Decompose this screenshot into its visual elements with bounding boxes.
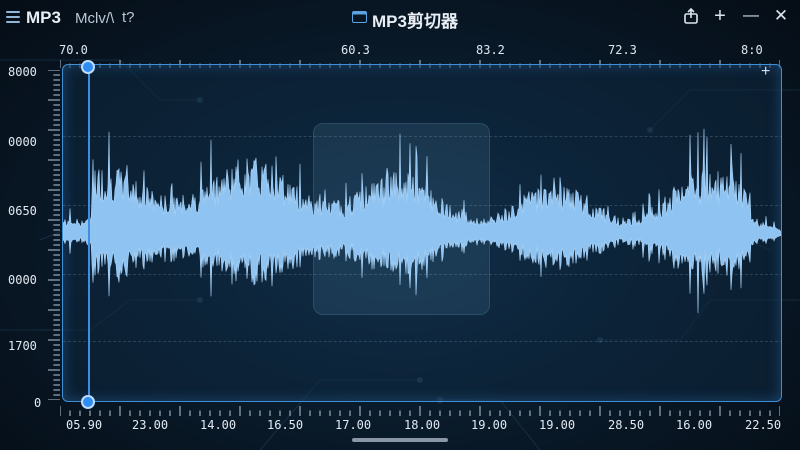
mp3-cutter-window: MP3 Mclv/\ t? MP3剪切器 + — ✕ 70.0 60.3 83.… <box>0 0 800 450</box>
app-subtitle: Mclv/\ <box>75 10 115 27</box>
waveform-path <box>63 128 781 314</box>
share-icon <box>684 7 698 24</box>
bottom-axis-label: 19.00 <box>471 418 508 432</box>
top-axis-label: 60.3 <box>341 43 370 57</box>
add-button[interactable]: + <box>709 5 731 27</box>
app-brand: MP3 <box>26 8 61 27</box>
y-axis-label: 0 <box>34 396 42 410</box>
bottom-axis-label: 22.50 <box>745 418 782 432</box>
y-axis-label: 1700 <box>8 339 37 353</box>
title-bar: MP3 Mclv/\ t? MP3剪切器 + — ✕ <box>0 0 800 34</box>
top-axis-label: 70.0 <box>59 43 88 57</box>
app-subtitle-extra: t? <box>122 9 135 26</box>
y-axis-label: 0000 <box>8 135 37 149</box>
bottom-axis-label: 19.00 <box>539 418 576 432</box>
window-title: MP3剪切器 <box>372 12 458 31</box>
y-axis-label: 0650 <box>8 204 37 218</box>
bottom-axis-label: 16.00 <box>676 418 713 432</box>
bottom-axis-label: 18.00 <box>404 418 441 432</box>
left-ruler <box>48 70 60 400</box>
bottom-axis-label: 05.90 <box>66 418 103 432</box>
add-marker-button[interactable]: + <box>761 63 770 81</box>
waveform-panel[interactable] <box>62 64 782 402</box>
window-icon <box>352 11 367 23</box>
bottom-axis-label: 28.50 <box>608 418 645 432</box>
y-axis-label: 0000 <box>8 273 37 287</box>
horizontal-scrollbar[interactable] <box>352 438 448 442</box>
hamburger-menu-icon[interactable] <box>6 11 20 23</box>
bottom-axis-label: 23.00 <box>132 418 169 432</box>
close-button[interactable]: ✕ <box>770 5 792 27</box>
y-axis-label: 8000 <box>8 65 37 79</box>
minimize-button[interactable]: — <box>740 5 762 27</box>
top-axis-label: 72.3 <box>608 43 637 57</box>
bottom-axis-label: 16.50 <box>267 418 304 432</box>
bottom-axis-label: 17.00 <box>335 418 372 432</box>
selection-start-handle-top[interactable] <box>81 60 95 74</box>
selection-start-line[interactable] <box>88 68 90 402</box>
bottom-ruler <box>60 406 780 416</box>
bottom-axis-label: 14.00 <box>200 418 237 432</box>
waveform <box>63 128 781 314</box>
share-button[interactable] <box>680 5 702 27</box>
top-axis-label: 83.2 <box>476 43 505 57</box>
top-axis-label: 8:0 <box>741 43 763 57</box>
